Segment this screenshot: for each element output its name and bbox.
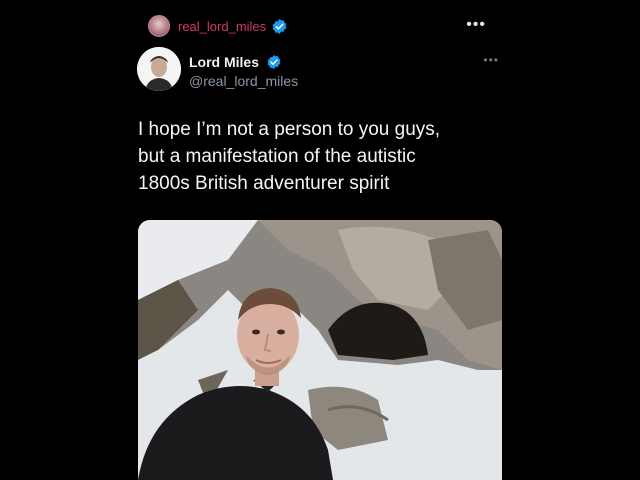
tweet-more-options-icon[interactable]: •••	[483, 53, 499, 67]
tweet-handle[interactable]: @real_lord_miles	[189, 73, 298, 89]
tweet-text-line: but a manifestation of the autistic	[138, 146, 416, 167]
photo-illustration	[138, 220, 502, 480]
post-header-bar: real_lord_miles •••	[138, 12, 490, 40]
tweet-photo[interactable]	[138, 220, 502, 480]
more-options-icon[interactable]: •••	[466, 16, 486, 34]
verified-badge-icon	[266, 54, 282, 75]
poster-username[interactable]: real_lord_miles	[178, 19, 266, 34]
tweet-header: Lord Miles @real_lord_miles •••	[137, 47, 503, 97]
tweet-text: I hope I’m not a person to you guys, but…	[138, 116, 498, 197]
verified-badge-icon	[271, 18, 288, 35]
tweet-text-line: 1800s British adventurer spirit	[138, 173, 390, 194]
tweet-avatar[interactable]	[137, 47, 181, 91]
poster-avatar[interactable]	[148, 15, 170, 37]
tweet-text-line: I hope I’m not a person to you guys,	[138, 119, 441, 140]
tweet-display-name[interactable]: Lord Miles	[189, 54, 259, 70]
